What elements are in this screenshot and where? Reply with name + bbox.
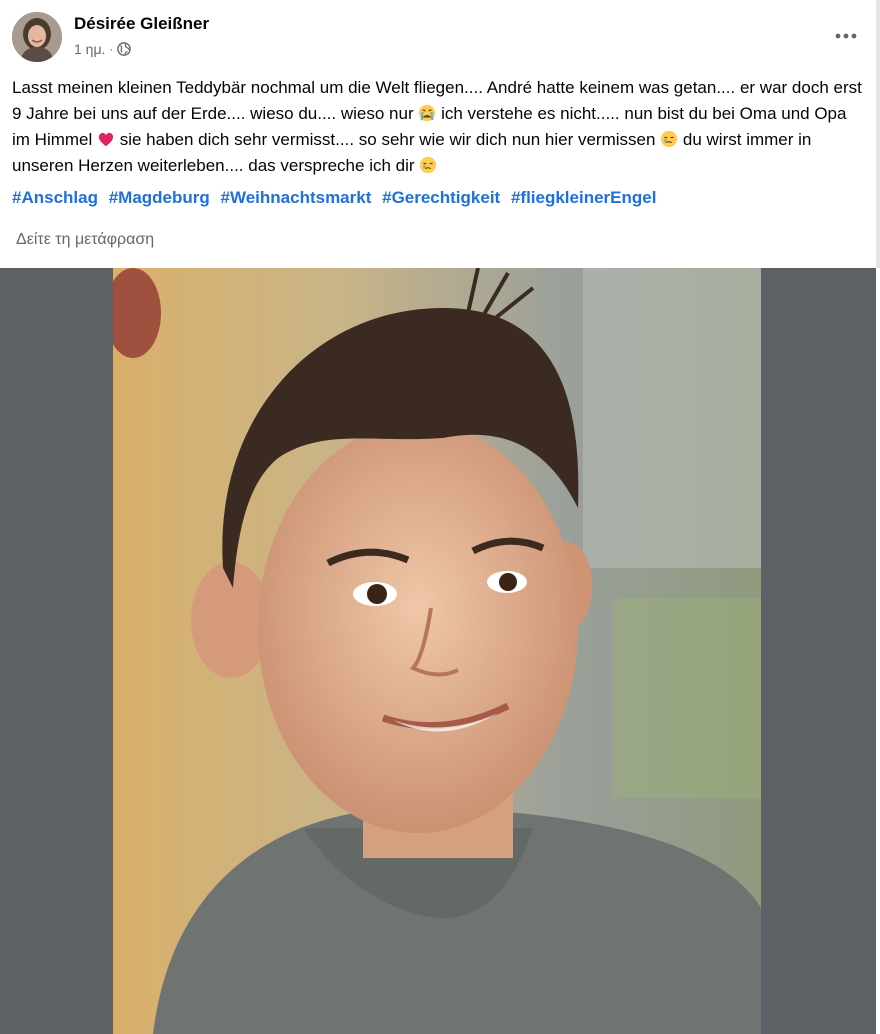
see-translation-link[interactable]: Δείτε τη μετάφραση (16, 231, 154, 249)
hashtag-fliegkleinerengel[interactable]: #fliegkleinerEngel (511, 188, 657, 207)
sad-face-emoji (660, 130, 678, 148)
crying-face-emoji (418, 104, 436, 122)
post-text: Lasst meinen kleinen Teddybär nochmal um… (12, 75, 862, 179)
hashtag-anschlag[interactable]: #Anschlag (12, 188, 98, 207)
hashtag-weihnachtsmarkt[interactable]: #Weihnachtsmarkt (221, 188, 372, 207)
author-name[interactable]: Désirée Gleißner (74, 14, 209, 34)
post-text-part-3: sie haben dich sehr vermisst.... so sehr… (115, 130, 661, 149)
timestamp[interactable]: 1 ημ. (74, 41, 105, 57)
post-border (876, 0, 880, 268)
post-photo[interactable] (113, 268, 761, 1034)
sad-face-emoji (419, 156, 437, 174)
more-options-icon[interactable] (828, 18, 864, 54)
globe-icon[interactable] (117, 42, 132, 56)
avatar[interactable] (12, 12, 62, 62)
hashtags: #Anschlag #Magdeburg #Weihnachtsmarkt #G… (12, 188, 662, 208)
hashtag-gerechtigkeit[interactable]: #Gerechtigkeit (382, 188, 500, 207)
post-media (0, 268, 876, 1034)
facebook-post: Désirée Gleißner 1 ημ. · Lasst meinen kl… (0, 0, 880, 1034)
post-header: Désirée Gleißner 1 ημ. · (12, 12, 857, 64)
meta-separator: · (109, 42, 114, 56)
hashtag-magdeburg[interactable]: #Magdeburg (109, 188, 210, 207)
post-meta: 1 ημ. · (74, 41, 132, 57)
red-heart-emoji (97, 130, 115, 148)
